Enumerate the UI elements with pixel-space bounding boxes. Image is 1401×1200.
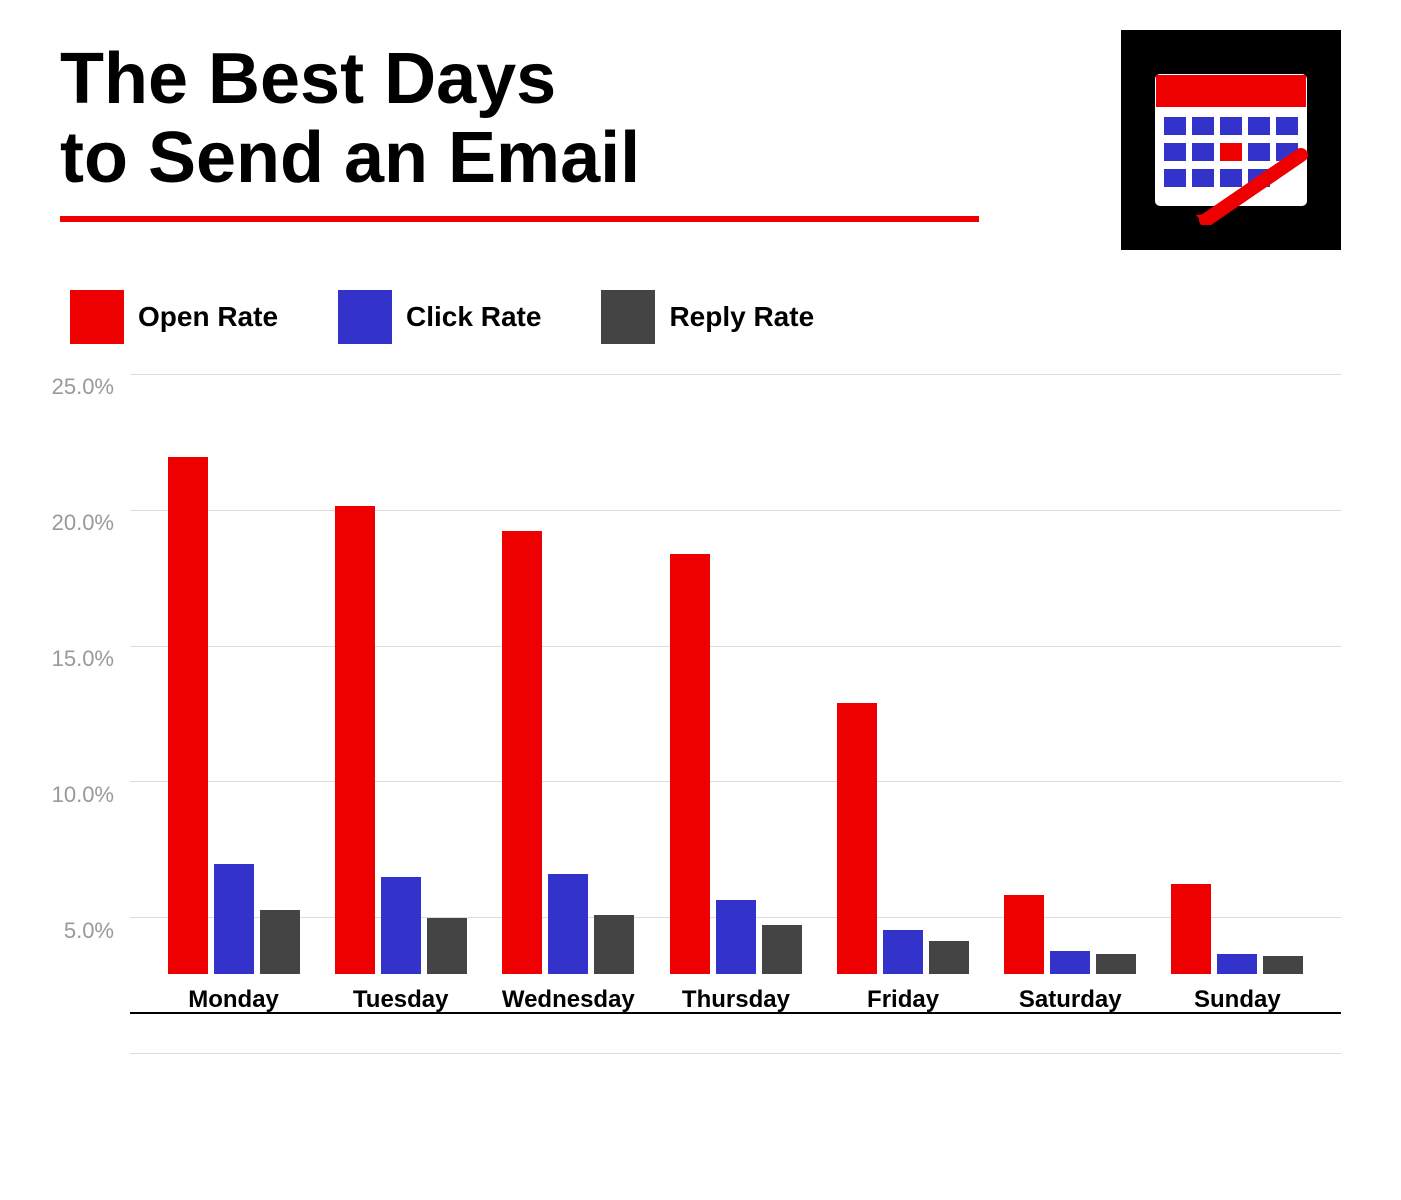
calendar-icon <box>1121 30 1341 250</box>
legend-color-reply-rate <box>601 290 655 344</box>
bar-open-saturday <box>1004 895 1044 974</box>
day-group-sunday: Sunday <box>1171 884 1303 1014</box>
day-label-sunday: Sunday <box>1194 986 1281 1014</box>
bar-click-thursday <box>716 900 756 974</box>
legend-color-open-rate <box>70 290 124 344</box>
bar-click-saturday <box>1050 951 1090 974</box>
grid-line-5 <box>130 1053 1341 1054</box>
day-group-friday: Friday <box>837 703 969 1014</box>
page-container: The Best Days to Send an Email <box>0 0 1401 1200</box>
legend-label-click-rate: Click Rate <box>406 301 541 333</box>
bar-click-tuesday <box>381 877 421 974</box>
chart-wrapper: 25.0%20.0%15.0%10.0%5.0% Monday Tuesday We… <box>60 374 1341 1054</box>
bars-container: Monday Tuesday Wednesday Thursday Friday Satu… <box>130 374 1341 1014</box>
y-label-0: 25.0% <box>52 374 114 400</box>
day-group-monday: Monday <box>168 457 300 1014</box>
y-label-4: 5.0% <box>64 918 114 944</box>
day-label-monday: Monday <box>188 986 279 1014</box>
y-label-3: 10.0% <box>52 782 114 808</box>
bars-thursday <box>670 554 802 974</box>
legend: Open Rate Click Rate Reply Rate <box>70 290 1341 344</box>
bar-click-wednesday <box>548 874 588 974</box>
legend-item-open-rate: Open Rate <box>70 290 278 344</box>
bars-sunday <box>1171 884 1303 974</box>
legend-item-reply-rate: Reply Rate <box>601 290 814 344</box>
chart-area: Monday Tuesday Wednesday Thursday Friday Satu… <box>130 374 1341 1054</box>
bar-reply-wednesday <box>594 915 634 974</box>
bars-saturday <box>1004 895 1136 974</box>
bars-friday <box>837 703 969 974</box>
bar-reply-sunday <box>1263 956 1303 974</box>
red-divider <box>60 216 979 222</box>
day-label-friday: Friday <box>867 986 939 1014</box>
day-label-saturday: Saturday <box>1019 986 1122 1014</box>
day-group-wednesday: Wednesday <box>502 531 635 1014</box>
day-label-thursday: Thursday <box>682 986 790 1014</box>
bar-reply-monday <box>260 910 300 974</box>
day-label-wednesday: Wednesday <box>502 986 635 1014</box>
bar-reply-thursday <box>762 925 802 974</box>
day-label-tuesday: Tuesday <box>353 986 449 1014</box>
bar-open-tuesday <box>335 506 375 974</box>
title-block: The Best Days to Send an Email <box>60 40 1081 222</box>
day-group-tuesday: Tuesday <box>335 506 467 1014</box>
bar-reply-friday <box>929 941 969 974</box>
bar-reply-saturday <box>1096 954 1136 974</box>
bar-open-sunday <box>1171 884 1211 974</box>
bars-monday <box>168 457 300 974</box>
title-line1: The Best Days <box>60 39 556 119</box>
legend-item-click-rate: Click Rate <box>338 290 541 344</box>
bars-wednesday <box>502 531 634 974</box>
bar-open-monday <box>168 457 208 974</box>
y-axis: 25.0%20.0%15.0%10.0%5.0% <box>60 374 130 1054</box>
day-group-thursday: Thursday <box>670 554 802 1014</box>
legend-color-click-rate <box>338 290 392 344</box>
bar-open-friday <box>837 703 877 974</box>
bar-open-thursday <box>670 554 710 974</box>
legend-label-reply-rate: Reply Rate <box>669 301 814 333</box>
header: The Best Days to Send an Email <box>60 40 1341 250</box>
bars-tuesday <box>335 506 467 974</box>
bar-open-wednesday <box>502 531 542 974</box>
calendar-svg <box>1146 55 1316 225</box>
y-label-1: 20.0% <box>52 510 114 536</box>
bar-reply-tuesday <box>427 918 467 974</box>
y-label-2: 15.0% <box>52 646 114 672</box>
day-group-saturday: Saturday <box>1004 895 1136 1014</box>
legend-label-open-rate: Open Rate <box>138 301 278 333</box>
bar-click-monday <box>214 864 254 974</box>
bar-click-sunday <box>1217 954 1257 974</box>
title-line2: to Send an Email <box>60 118 640 198</box>
bar-click-friday <box>883 930 923 974</box>
main-title: The Best Days to Send an Email <box>60 40 1081 198</box>
